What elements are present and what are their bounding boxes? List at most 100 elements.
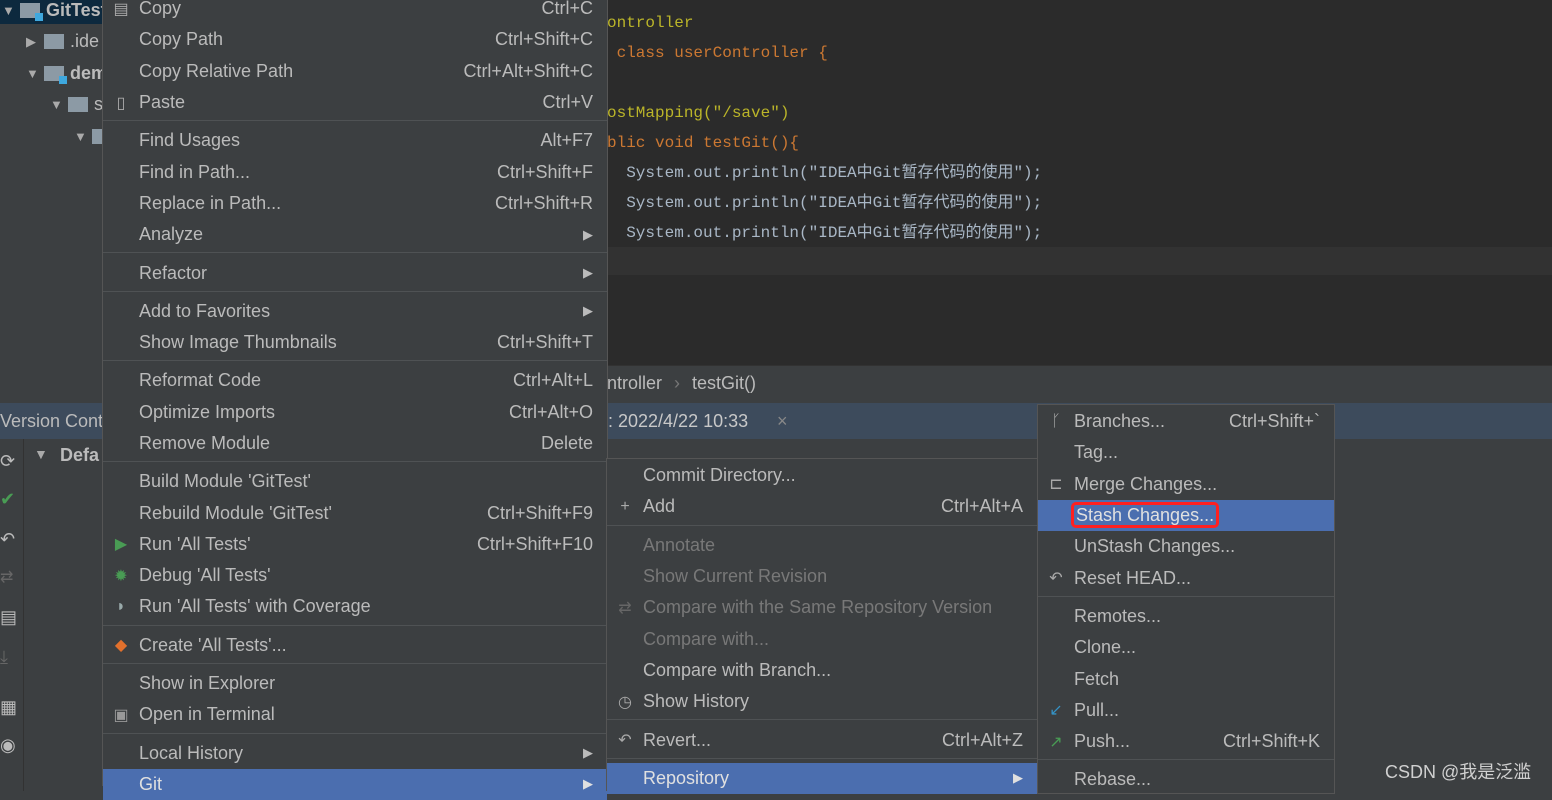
close-tab-icon[interactable]: ×: [777, 411, 788, 432]
push-icon: ↗: [1049, 733, 1063, 751]
menu-item-find-usages[interactable]: Find Usages Alt+F7: [103, 125, 607, 156]
menu-item-analyze[interactable]: Analyze ▶: [103, 219, 607, 250]
menu-item-build-module-gittest[interactable]: Build Module 'GitTest': [103, 466, 607, 497]
menu-item-run-all-tests-with-coverage[interactable]: ◗ Run 'All Tests' with Coverage: [103, 591, 607, 622]
submenu-arrow-icon: ▶: [583, 745, 593, 761]
menu-item-copy-path[interactable]: Copy Path Ctrl+Shift+C: [103, 24, 607, 55]
menu-item-copy[interactable]: ▤ Copy Ctrl+C: [103, 0, 607, 24]
submenu-arrow-icon: ▶: [583, 776, 593, 792]
tree-item[interactable]: ▼ s: [0, 91, 103, 119]
menu-item-merge-changes[interactable]: ⊏ Merge Changes...: [1038, 469, 1334, 500]
module-icon: [20, 2, 43, 21]
menu-item-shortcut: Ctrl+Alt+L: [512, 370, 593, 391]
menu-item-remotes[interactable]: Remotes...: [1038, 601, 1334, 632]
repository-submenu: ᚴ Branches... Ctrl+Shift+` Tag... ⊏ Merge Cha…: [1037, 404, 1335, 794]
breadcrumb-method[interactable]: testGit(): [692, 373, 756, 394]
code-editor[interactable]: ontroller class userController {ostMappi…: [605, 0, 1552, 365]
code-line: ontroller: [607, 14, 694, 32]
menu-item-shortcut: Ctrl+V: [542, 92, 593, 113]
tree-item-label: .ide: [70, 31, 100, 51]
tree-item[interactable]: ▶ .ide: [0, 28, 99, 56]
tree-item[interactable]: ▼ dem: [0, 59, 107, 87]
submenu-arrow-icon: ▶: [1013, 770, 1023, 786]
menu-item-paste[interactable]: ▯ Paste Ctrl+V: [103, 87, 607, 118]
menu-item-show-in-explorer[interactable]: Show in Explorer: [103, 668, 607, 699]
diff-icon[interactable]: ⇄: [0, 567, 13, 587]
menu-item-refactor[interactable]: Refactor ▶: [103, 257, 607, 288]
menu-item-tag[interactable]: Tag...: [1038, 437, 1334, 468]
expanded-arrow-icon[interactable]: ▼: [50, 97, 68, 112]
menu-item-label: Pull...: [1074, 699, 1120, 720]
plus-icon: +: [620, 497, 630, 515]
view-options-icon[interactable]: ◉: [0, 735, 16, 756]
menu-item-debug-all-tests[interactable]: ✹ Debug 'All Tests': [103, 560, 607, 591]
menu-item-create-all-tests[interactable]: ◆ Create 'All Tests'...: [103, 630, 607, 661]
menu-item-label: Fetch: [1074, 668, 1120, 689]
menu-item-reset-head[interactable]: ↶ Reset HEAD...: [1038, 562, 1334, 593]
menu-item-push[interactable]: ↗ Push... Ctrl+Shift+K: [1038, 726, 1334, 757]
submenu-arrow-icon: ▶: [583, 226, 593, 242]
menu-item-replace-in-path[interactable]: Replace in Path... Ctrl+Shift+R: [103, 188, 607, 219]
menu-item-shortcut: Ctrl+Shift+C: [494, 29, 593, 50]
collapsed-arrow-icon[interactable]: ▶: [26, 34, 44, 50]
menu-item-label: Push...: [1074, 731, 1131, 752]
menu-item-label: Replace in Path...: [139, 192, 282, 213]
menu-item-show-history[interactable]: ◷ Show History: [607, 686, 1037, 717]
menu-item-compare-with-the-same-repository-version: ⇄ Compare with the Same Repository Versio…: [607, 592, 1037, 623]
menu-item-label: Remove Module: [139, 433, 271, 453]
menu-item-unstash-changes[interactable]: UnStash Changes...: [1038, 531, 1334, 562]
compare-icon: ⇄: [618, 599, 632, 617]
menu-item-stash-changes[interactable]: Stash Changes...: [1038, 499, 1334, 532]
tree-item-label: GitTest: [46, 0, 107, 20]
menu-item-label: Rebuild Module 'GitTest': [139, 502, 332, 523]
menu-item-label: Tag...: [1074, 442, 1119, 463]
menu-item-open-in-terminal[interactable]: ▣ Open in Terminal: [103, 699, 607, 730]
expanded-arrow-icon[interactable]: ▼: [26, 66, 44, 81]
menu-item-revert[interactable]: ↶ Revert... Ctrl+Alt+Z: [607, 724, 1037, 755]
tree-item[interactable]: ▼: [0, 122, 118, 150]
menu-item-reformat-code[interactable]: Reformat Code Ctrl+Alt+L: [103, 365, 607, 396]
menu-item-local-history[interactable]: Local History ▶: [103, 738, 607, 769]
shelve-icon[interactable]: ▤: [0, 607, 17, 628]
menu-item-commit-directory[interactable]: Commit Directory...: [607, 460, 1037, 491]
menu-item-label: Find Usages: [139, 130, 241, 151]
menu-item-run-all-tests[interactable]: ▶ Run 'All Tests' Ctrl+Shift+F10: [103, 529, 607, 560]
menu-item-repository[interactable]: Repository ▶: [607, 762, 1037, 794]
menu-item-remove-module[interactable]: Remove Module Delete: [103, 428, 607, 459]
menu-item-find-in-path[interactable]: Find in Path... Ctrl+Shift+F: [103, 156, 607, 187]
expand-icon[interactable]: ▼: [34, 446, 48, 462]
menu-item-branches[interactable]: ᚴ Branches... Ctrl+Shift+`: [1038, 406, 1334, 437]
menu-item-label: Rebase...: [1074, 769, 1152, 790]
menu-item-label: UnStash Changes...: [1074, 536, 1236, 557]
menu-item-compare-with: Compare with...: [607, 623, 1037, 654]
menu-item-label: Annotate: [643, 534, 716, 555]
menu-item-show-image-thumbnails[interactable]: Show Image Thumbnails Ctrl+Shift+T: [103, 327, 607, 358]
version-control-tab[interactable]: : 2022/4/22 10:33: [608, 411, 748, 432]
menu-item-add[interactable]: + Add Ctrl+Alt+A: [607, 491, 1037, 522]
menu-item-shortcut: Ctrl+Shift+R: [494, 192, 593, 213]
rollback-icon[interactable]: ↶: [0, 529, 15, 550]
menu-item-rebuild-module-gittest[interactable]: Rebuild Module 'GitTest' Ctrl+Shift+F9: [103, 497, 607, 528]
menu-item-copy-relative-path[interactable]: Copy Relative Path Ctrl+Alt+Shift+C: [103, 56, 607, 87]
tree-item[interactable]: ▼ GitTest: [0, 0, 110, 24]
menu-item-shortcut: Ctrl+Shift+F: [496, 161, 593, 182]
menu-item-fetch[interactable]: Fetch: [1038, 663, 1334, 694]
expanded-arrow-icon[interactable]: ▼: [74, 129, 92, 144]
menu-item-add-to-favorites[interactable]: Add to Favorites ▶: [103, 296, 607, 327]
menu-item-git[interactable]: Git ▶: [103, 768, 607, 800]
download-icon[interactable]: ⤓: [0, 647, 8, 668]
paste-icon: ▯: [116, 94, 126, 112]
menu-item-optimize-imports[interactable]: Optimize Imports Ctrl+Alt+O: [103, 397, 607, 428]
refresh-icon[interactable]: ⟳: [0, 451, 15, 472]
commit-check-icon[interactable]: ✔: [0, 489, 15, 510]
group-icon[interactable]: ▦: [0, 697, 17, 718]
menu-item-clone[interactable]: Clone...: [1038, 632, 1334, 663]
menu-item-pull[interactable]: ↙ Pull...: [1038, 695, 1334, 726]
expanded-arrow-icon[interactable]: ▼: [2, 3, 20, 18]
changelist-name[interactable]: Defa: [60, 445, 99, 466]
breadcrumb-class[interactable]: ntroller: [607, 373, 662, 394]
menu-item-label: Show History: [643, 691, 750, 712]
menu-item-compare-with-branch[interactable]: Compare with Branch...: [607, 655, 1037, 686]
submenu-arrow-icon: ▶: [583, 265, 593, 281]
menu-item-label: Find in Path...: [139, 161, 251, 182]
